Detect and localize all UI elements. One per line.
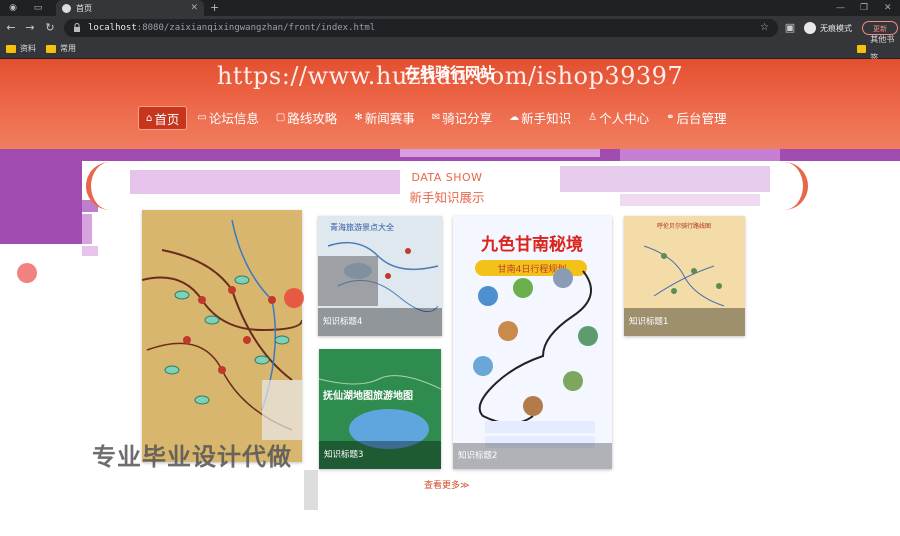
maximize-icon[interactable]: ❐ <box>860 0 868 16</box>
nav-item-3[interactable]: ▢ 路线攻略 <box>269 106 344 128</box>
minimize-icon[interactable]: — <box>836 0 845 16</box>
forum-icon: ▭ <box>197 111 207 123</box>
nav-item-label: 论坛信息 <box>208 110 259 126</box>
info-icon[interactable] <box>73 23 81 32</box>
knowledge-card-2[interactable]: 九色甘南秘境 甘南4日行程规划 知识标题2 <box>453 216 612 469</box>
card-title: 知识标题3 <box>319 441 441 469</box>
mosaic-block <box>304 470 318 510</box>
mosaic-block <box>400 149 600 157</box>
watermark-url: https://www.huzhan.com/ishop39397 <box>216 62 684 90</box>
incognito-icon <box>804 22 816 34</box>
url-text[interactable]: localhost:8080/zaixianqixingwangzhan/fro… <box>88 19 375 37</box>
section-title-en: DATA SHOW <box>411 171 483 184</box>
section-title-cn: 新手知识展示 <box>409 190 485 205</box>
knowledge-card-4[interactable]: 青海旅游景点大全 知识标题4 <box>318 216 442 336</box>
tab-title: 首页 <box>76 3 92 13</box>
card-title: 知识标题2 <box>453 443 612 469</box>
view-more-link[interactable]: 查看更多≫ <box>424 478 469 491</box>
forward-icon[interactable]: → <box>22 20 38 36</box>
browser-tab-active[interactable]: 首页 ✕ <box>56 0 204 16</box>
tab-search-icon[interactable]: ▭ <box>28 0 48 16</box>
svg-text:抚仙湖地图旅游地图: 抚仙湖地图旅游地图 <box>323 389 413 402</box>
home-icon: ⌂ <box>146 112 153 124</box>
knowledge-card-1[interactable]: 呼伦贝尔骑行路线图 知识标题1 <box>624 216 745 336</box>
nav-item-label: 路线攻略 <box>287 110 338 126</box>
nav-item-5[interactable]: ✉ 骑记分享 <box>425 106 499 128</box>
svg-text:九色甘南秘境: 九色甘南秘境 <box>480 234 583 255</box>
other-bookmarks[interactable]: 其他书签 <box>857 35 900 62</box>
bookmark-star-icon[interactable]: ☆ <box>760 19 769 37</box>
knowledge-card-map-large[interactable] <box>142 210 302 462</box>
cursor-highlight <box>284 288 304 308</box>
share-icon: ✉ <box>431 111 441 123</box>
bookmark-folder-2[interactable]: 常用 <box>46 40 76 58</box>
folder-icon <box>857 45 867 53</box>
nav-item-label: 新手知识 <box>521 110 572 126</box>
folder-icon <box>6 45 16 53</box>
route-map-image <box>142 210 302 462</box>
card-title: 知识标题4 <box>318 308 442 336</box>
nav-item-label: 个人中心 <box>599 110 650 126</box>
knowledge-card-3[interactable]: 抚仙湖地图旅游地图 知识标题3 <box>319 349 441 469</box>
bookmark-folder-1[interactable]: 资料 <box>6 40 36 58</box>
ad-overlay-text: 专业毕业设计代做 <box>92 443 292 471</box>
nav-item-4[interactable]: ✻ 新闻赛事 <box>347 106 421 128</box>
nav-item-2[interactable]: ▭ 论坛信息 <box>190 106 265 128</box>
nav-item-7[interactable]: ♙ 个人中心 <box>581 106 656 128</box>
chrome-menu-icon[interactable]: ◉ <box>3 0 23 16</box>
sidepanel-icon[interactable]: ▣ <box>782 20 798 36</box>
mosaic-block <box>82 214 92 244</box>
new-tab-icon[interactable]: + <box>210 0 219 16</box>
svg-text:青海旅游景点大全: 青海旅游景点大全 <box>330 222 394 232</box>
nav-item-label: 首页 <box>154 111 180 127</box>
nav-item-label: 新闻赛事 <box>364 110 415 126</box>
cursor-highlight <box>17 263 37 283</box>
favicon-icon <box>62 3 71 13</box>
route-icon: ▢ <box>275 111 286 123</box>
window-close-icon[interactable]: ✕ <box>884 0 892 16</box>
main-nav: ⌂ 首页 ▭ 论坛信息 ▢ 路线攻略 ✻ 新闻赛事 ✉ 骑记分享 ☁ 新手知识 ♙ 个人中心 ⚭ 后台管理 <box>138 106 737 130</box>
mosaic-block <box>620 149 780 161</box>
close-tab-icon[interactable]: ✕ <box>190 3 198 13</box>
svg-text:呼伦贝尔骑行路线图: 呼伦贝尔骑行路线图 <box>657 222 711 230</box>
reload-icon[interactable]: ↻ <box>42 20 58 36</box>
nav-item-8[interactable]: ⚭ 后台管理 <box>659 106 733 128</box>
bookmarks-bar <box>0 40 900 59</box>
knowledge-icon: ☁ <box>509 111 520 123</box>
user-icon: ♙ <box>588 111 598 123</box>
back-icon[interactable]: ← <box>3 20 19 36</box>
mosaic-block <box>82 246 98 256</box>
incognito-indicator[interactable]: 无痕模式 <box>804 21 852 35</box>
folder-icon <box>46 45 56 53</box>
link-icon: ⚭ <box>666 111 675 123</box>
poster-image: 九色甘南秘境 甘南4日行程规划 <box>453 216 612 469</box>
card-title: 知识标题1 <box>624 308 745 336</box>
nav-item-label: 后台管理 <box>676 110 727 126</box>
news-icon: ✻ <box>354 111 363 123</box>
nav-item-1[interactable]: ⌂ 首页 <box>138 106 188 130</box>
nav-item-label: 骑记分享 <box>442 110 493 126</box>
nav-item-6[interactable]: ☁ 新手知识 <box>502 106 578 128</box>
